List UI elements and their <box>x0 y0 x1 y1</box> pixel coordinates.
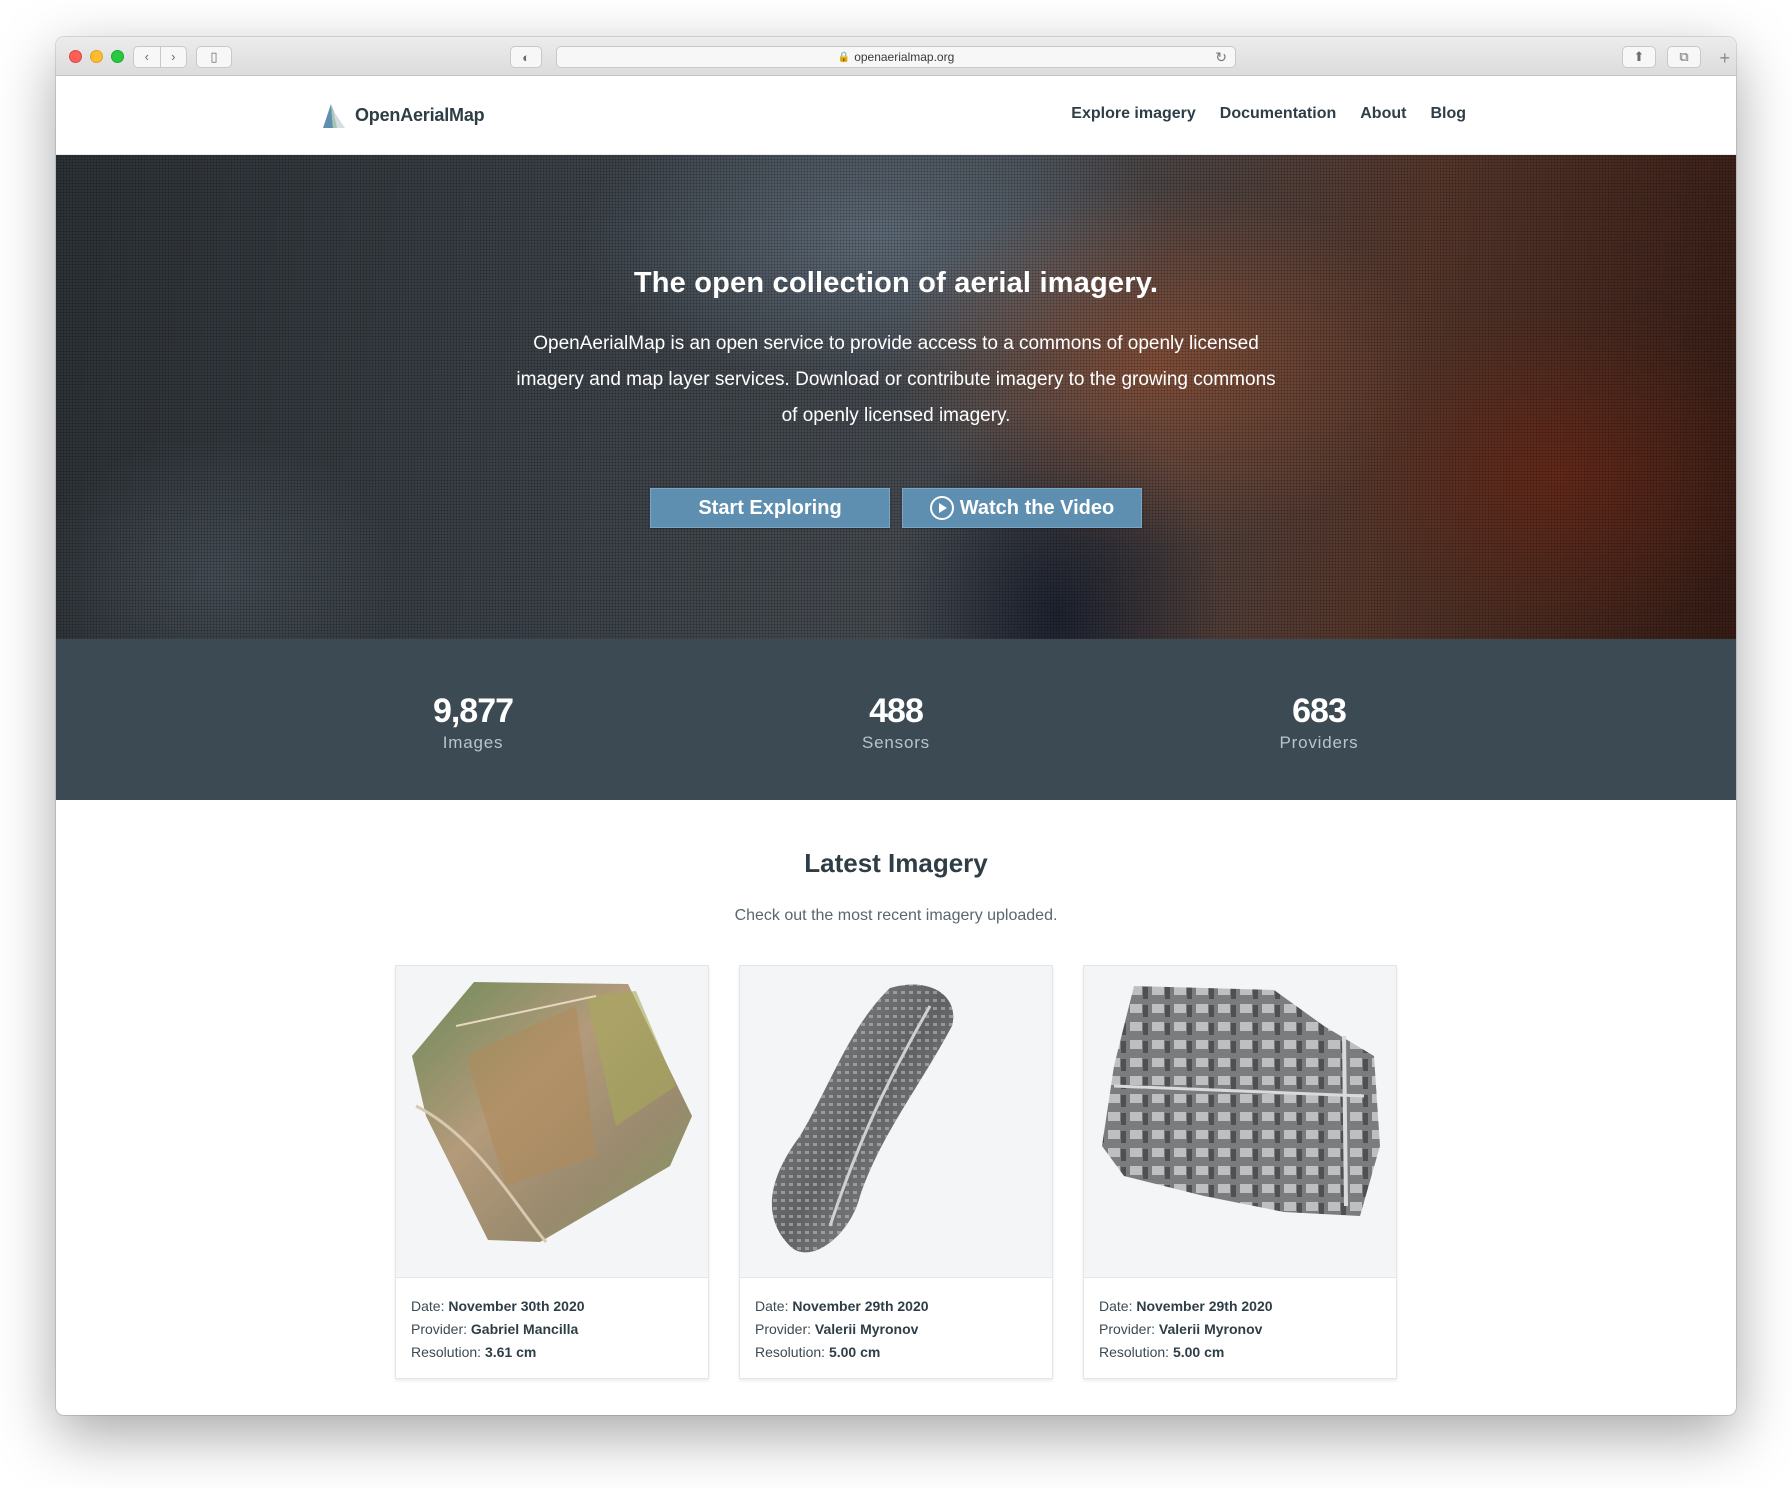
meta-date: Date: November 29th 2020 <box>1099 1295 1381 1318</box>
watch-video-label: Watch the Video <box>959 496 1115 519</box>
nav-about[interactable]: About <box>1360 105 1406 123</box>
site-logo[interactable]: OpenAerialMap <box>319 100 485 130</box>
section-title: Latest Imagery <box>804 848 988 878</box>
address-text: openaerialmap.org <box>854 50 955 64</box>
main-nav: Explore imagery Documentation About Blog <box>1071 105 1466 123</box>
resolution-label: Resolution: <box>1099 1344 1170 1360</box>
date-value: November 29th 2020 <box>1136 1298 1273 1314</box>
imagery-meta: Date: November 29th 2020 Provider: Valer… <box>1084 1278 1396 1381</box>
imagery-card[interactable]: Date: November 29th 2020 Provider: Valer… <box>1083 965 1397 1379</box>
browser-toolbar: ‹ › ▯ ◐ 🔒 openaerialmap.org ↻ ⬆ ⧉ + <box>56 37 1736 76</box>
date-label: Date: <box>1099 1298 1133 1314</box>
meta-date: Date: November 29th 2020 <box>755 1295 1037 1318</box>
meta-provider: Provider: Gabriel Mancilla <box>411 1318 693 1341</box>
stat-label: Providers <box>1279 733 1359 752</box>
meta-date: Date: November 30th 2020 <box>411 1295 693 1318</box>
provider-label: Provider: <box>1099 1321 1156 1337</box>
provider-value: Gabriel Mancilla <box>470 1321 579 1337</box>
forward-arrow-icon[interactable]: › <box>161 47 187 67</box>
sidebar-toggle-icon[interactable]: ▯ <box>196 46 232 68</box>
stat-providers: 683 Providers <box>1108 639 1531 800</box>
meta-provider: Provider: Valerii Myronov <box>755 1318 1037 1341</box>
imagery-thumbnail[interactable] <box>740 966 1052 1278</box>
browser-window: ‹ › ▯ ◐ 🔒 openaerialmap.org ↻ ⬆ ⧉ + Open… <box>56 37 1736 1415</box>
date-value: November 29th 2020 <box>792 1298 929 1314</box>
logo-icon <box>323 104 345 128</box>
date-label: Date: <box>755 1298 789 1314</box>
section-subtitle: Check out the most recent imagery upload… <box>734 907 1058 924</box>
stat-images: 9,877 Images <box>262 639 685 800</box>
reload-icon[interactable]: ↻ <box>1215 49 1227 66</box>
imagery-meta: Date: November 29th 2020 Provider: Valer… <box>740 1278 1052 1381</box>
hero-section: The open collection of aerial imagery. O… <box>56 155 1736 639</box>
resolution-label: Resolution: <box>411 1344 482 1360</box>
new-tab-icon[interactable]: + <box>1719 48 1730 69</box>
watch-video-button[interactable]: Watch the Video <box>902 488 1142 528</box>
imagery-cards: Date: November 30th 2020 Provider: Gabri… <box>56 965 1736 1379</box>
hero-title: The open collection of aerial imagery. <box>633 267 1159 299</box>
stat-value: 683 <box>1292 692 1347 730</box>
zoom-window-button[interactable] <box>111 50 124 63</box>
aerial-image-urban-strip <box>771 984 954 1253</box>
provider-label: Provider: <box>411 1321 468 1337</box>
site-header: OpenAerialMap Explore imagery Documentat… <box>56 76 1736 155</box>
hero-lead: OpenAerialMap is an open service to prov… <box>516 333 1276 426</box>
resolution-value: 3.61 cm <box>484 1344 537 1360</box>
start-exploring-button[interactable]: Start Exploring <box>650 488 890 528</box>
meta-provider: Provider: Valerii Myronov <box>1099 1318 1381 1341</box>
imagery-thumbnail[interactable] <box>396 966 708 1278</box>
latest-imagery-section: Latest Imagery Check out the most recent… <box>56 800 1736 1379</box>
resolution-label: Resolution: <box>755 1344 826 1360</box>
meta-resolution: Resolution: 3.61 cm <box>411 1341 693 1364</box>
close-window-button[interactable] <box>69 50 82 63</box>
imagery-card[interactable]: Date: November 30th 2020 Provider: Gabri… <box>395 965 709 1379</box>
history-nav: ‹ › <box>133 46 187 68</box>
date-label: Date: <box>411 1298 445 1314</box>
stat-label: Images <box>442 733 504 752</box>
back-arrow-icon[interactable]: ‹ <box>134 47 161 67</box>
provider-label: Provider: <box>755 1321 812 1337</box>
nav-documentation[interactable]: Documentation <box>1220 105 1336 123</box>
hero-actions: Start Exploring Watch the Video <box>56 488 1736 528</box>
imagery-meta: Date: November 30th 2020 Provider: Gabri… <box>396 1278 708 1381</box>
resolution-value: 5.00 cm <box>828 1344 881 1360</box>
hero-content: The open collection of aerial imagery. O… <box>56 267 1736 528</box>
minimize-window-button[interactable] <box>90 50 103 63</box>
tab-overview-icon[interactable]: ⧉ <box>1667 46 1701 68</box>
meta-resolution: Resolution: 5.00 cm <box>1099 1341 1381 1364</box>
imagery-card[interactable]: Date: November 29th 2020 Provider: Valer… <box>739 965 1053 1379</box>
privacy-shield-icon[interactable]: ◐ <box>510 46 542 68</box>
start-exploring-label: Start Exploring <box>698 496 842 519</box>
address-bar[interactable]: 🔒 openaerialmap.org ↻ <box>556 46 1236 68</box>
stat-value: 9,877 <box>432 692 514 730</box>
lock-icon: 🔒 <box>837 51 851 63</box>
stats-bar: 9,877 Images 488 Sensors 683 Providers <box>56 639 1736 800</box>
stat-value: 488 <box>869 692 924 730</box>
provider-value: Valerii Myronov <box>1158 1321 1263 1337</box>
resolution-value: 5.00 cm <box>1172 1344 1225 1360</box>
nav-blog[interactable]: Blog <box>1430 105 1466 123</box>
provider-value: Valerii Myronov <box>814 1321 919 1337</box>
aerial-image-urban-block <box>1102 986 1380 1216</box>
stat-sensors: 488 Sensors <box>685 639 1108 800</box>
meta-resolution: Resolution: 5.00 cm <box>755 1341 1037 1364</box>
share-icon[interactable]: ⬆ <box>1622 46 1656 68</box>
nav-explore-imagery[interactable]: Explore imagery <box>1071 105 1196 123</box>
play-circle-icon <box>929 496 954 520</box>
logo-text: OpenAerialMap <box>355 104 485 125</box>
stat-label: Sensors <box>862 733 930 752</box>
imagery-thumbnail[interactable] <box>1084 966 1396 1278</box>
date-value: November 30th 2020 <box>448 1298 585 1314</box>
aerial-image-rural <box>412 982 692 1243</box>
window-controls <box>69 50 124 63</box>
